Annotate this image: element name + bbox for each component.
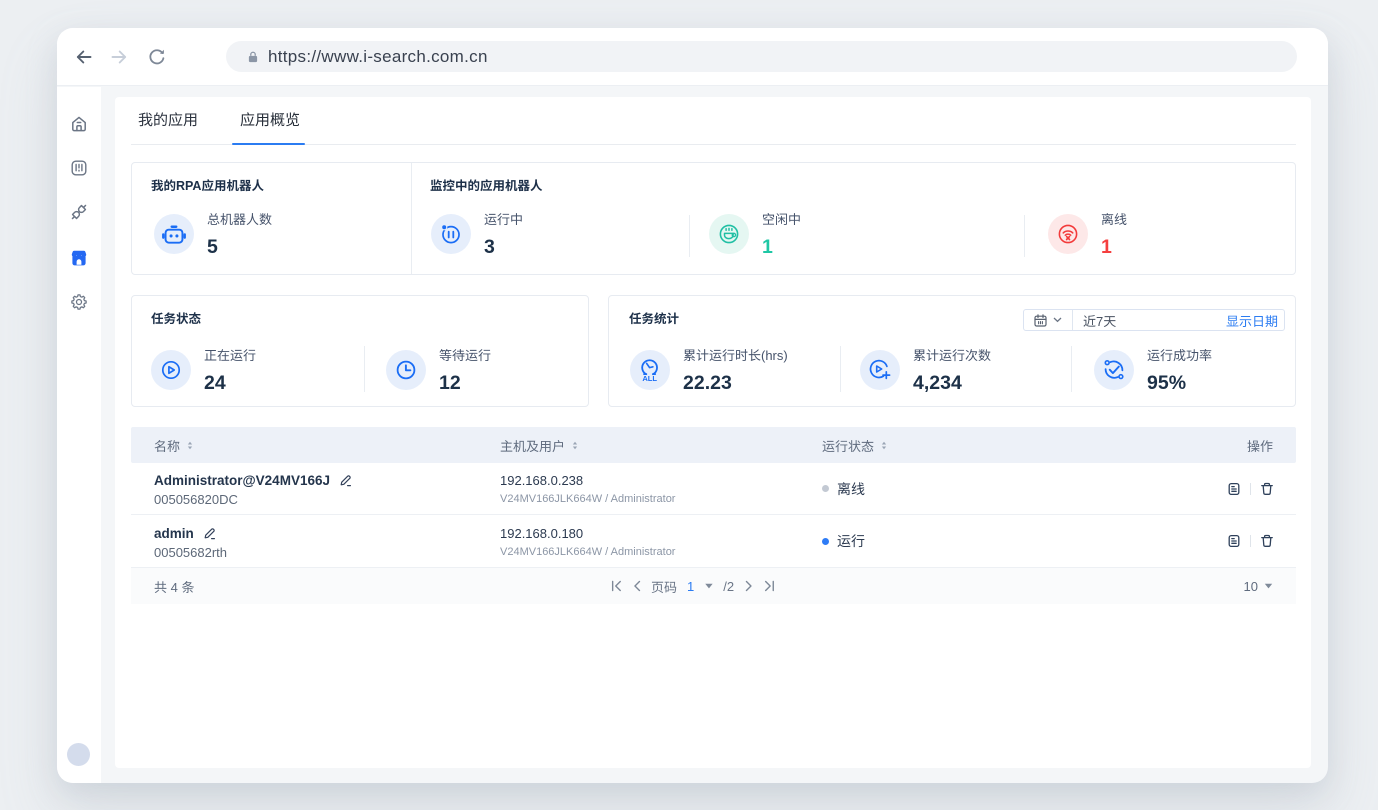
svg-text:ALL: ALL — [642, 374, 657, 383]
